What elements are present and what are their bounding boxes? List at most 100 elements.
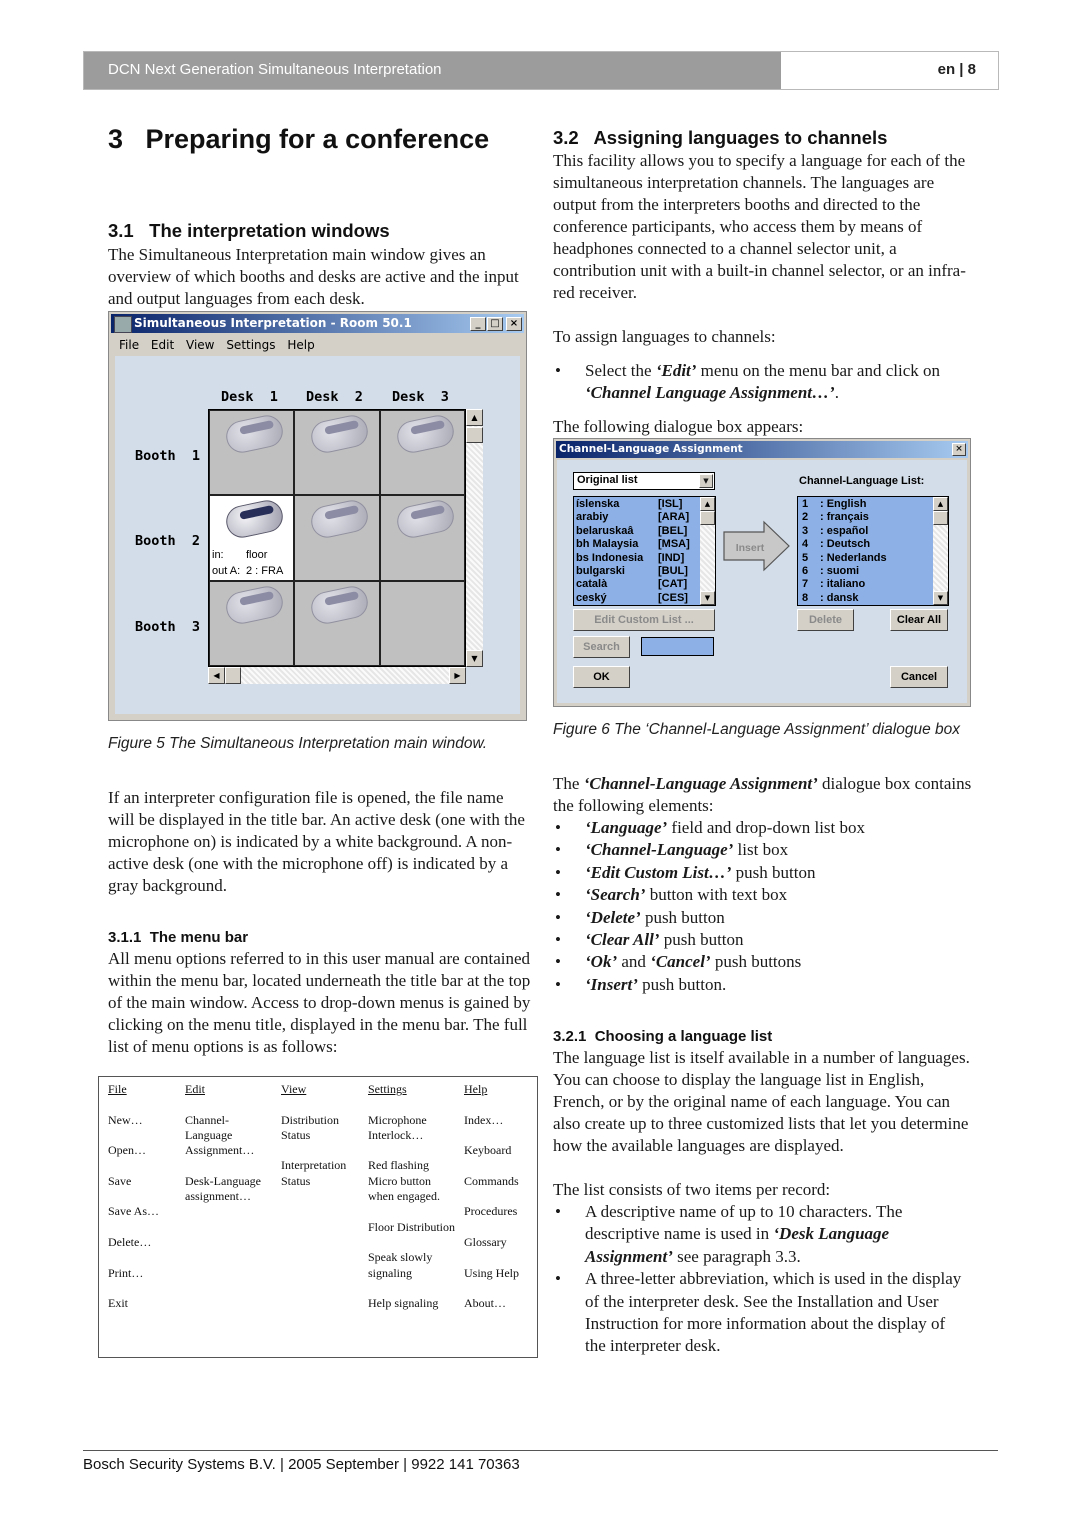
- desk-cell[interactable]: [209, 580, 295, 666]
- vertical-scrollbar[interactable]: ▲ ▼: [466, 409, 483, 667]
- channel-language-option[interactable]: : français: [820, 511, 869, 525]
- language-option[interactable]: íslenska: [576, 498, 619, 512]
- language-code: [ISL]: [658, 498, 683, 510]
- section-3-2-1-text: The language list is itself available in…: [553, 1048, 970, 1155]
- scroll-left-button[interactable]: ◀: [208, 667, 225, 684]
- menu-file[interactable]: File: [119, 338, 139, 352]
- scroll-down-button[interactable]: ▼: [466, 650, 483, 667]
- language-list-select[interactable]: Original list ▼: [573, 472, 715, 490]
- channel-language-option[interactable]: : dansk: [820, 592, 859, 606]
- header-bar: DCN Next Generation Simultaneous Interpr…: [84, 52, 781, 89]
- interpreter-desk-icon: [393, 412, 457, 456]
- menu-item: Floor Distribution: [368, 1219, 456, 1234]
- menu-item: Print…: [108, 1265, 144, 1280]
- scroll-right-button[interactable]: ▶: [449, 667, 466, 684]
- listbox-scrollbar[interactable]: ▲ ▼: [700, 497, 715, 605]
- channel-number: 6: [802, 565, 809, 577]
- search-input[interactable]: [641, 637, 714, 656]
- desk-cell[interactable]: [379, 580, 465, 666]
- scroll-thumb[interactable]: [700, 511, 715, 525]
- header-title: DCN Next Generation Simultaneous Interpr…: [108, 61, 442, 78]
- scroll-thumb[interactable]: [466, 427, 483, 443]
- section-3-1-intro: The Simultaneous Interpretation main win…: [108, 245, 519, 308]
- channel-language-option[interactable]: : español: [820, 525, 868, 539]
- close-icon[interactable]: ×: [952, 443, 966, 456]
- channel-language-option[interactable]: : English: [820, 498, 866, 512]
- interpreter-desk-icon: [223, 412, 286, 456]
- menu-edit[interactable]: Edit: [151, 338, 174, 352]
- menu-col-header: Settings: [368, 1082, 407, 1096]
- edit-custom-list-button[interactable]: Edit Custom List ...: [573, 609, 715, 631]
- language-list-value: Original list: [577, 474, 638, 486]
- desk-cell[interactable]: [294, 410, 380, 496]
- language-option[interactable]: bh Malaysia: [576, 538, 638, 552]
- menu-bar: File Edit View Settings Help: [111, 335, 524, 355]
- chapter-title: 3 Preparing for a conference: [108, 124, 490, 154]
- desk-cell[interactable]: [379, 495, 465, 581]
- delete-button[interactable]: Delete: [797, 609, 854, 631]
- footer-text: Bosch Security Systems B.V. | 2005 Septe…: [83, 1456, 520, 1473]
- menu-options-table: File New… Open… Save Save As… Delete… Pr…: [98, 1076, 538, 1358]
- cancel-button[interactable]: Cancel: [890, 666, 948, 688]
- search-button[interactable]: Search: [573, 636, 630, 658]
- channel-language-option[interactable]: : italiano: [820, 578, 865, 592]
- scroll-down-button[interactable]: ▼: [933, 591, 948, 605]
- desk-cell[interactable]: [294, 580, 380, 666]
- channel-language-option[interactable]: : suomi: [820, 565, 859, 579]
- language-option[interactable]: arabiy: [576, 511, 608, 525]
- menu-item: Desk-Language assignment…: [185, 1173, 261, 1204]
- insert-arrow-button[interactable]: Insert: [722, 520, 792, 572]
- desk-input-language: in:: [212, 549, 224, 562]
- listbox-scrollbar[interactable]: ▲ ▼: [933, 497, 948, 605]
- menu-item: Save: [108, 1173, 132, 1188]
- language-option[interactable]: ceský: [576, 592, 607, 606]
- hscroll-thumb[interactable]: [225, 667, 241, 684]
- minimize-button[interactable]: _: [470, 317, 486, 331]
- section-3-2-1-text2: The list consists of two items per recor…: [553, 1180, 831, 1199]
- interpreter-desk-icon: [308, 497, 372, 541]
- list-item: ‘Clear All’ push button: [553, 929, 978, 952]
- desk-cell[interactable]: in: floor out A: 2 : FRA: [209, 495, 295, 581]
- chevron-down-icon[interactable]: ▼: [699, 474, 713, 488]
- close-button[interactable]: ×: [506, 317, 522, 331]
- window-title: Simultaneous Interpretation - Room 50.1: [134, 316, 412, 330]
- section-3-1-para2: If an interpreter configuration file is …: [108, 788, 525, 895]
- channel-language-listbox[interactable]: ▲ ▼ 1: English 2: français 3: español 4: De…: [797, 496, 949, 606]
- booth-label-1: Booth 1: [135, 448, 201, 464]
- menu-settings[interactable]: Settings: [226, 338, 275, 352]
- ok-button[interactable]: OK: [573, 666, 630, 688]
- language-code: [BEL]: [658, 524, 688, 537]
- channel-language-option[interactable]: : Nederlands: [820, 552, 887, 566]
- clear-all-button[interactable]: Clear All: [890, 609, 948, 631]
- list-item: A descriptive name of up to 10 character…: [553, 1201, 963, 1268]
- channel-language-option[interactable]: : Deutsch: [820, 538, 870, 552]
- language-option[interactable]: belaruskaâ: [576, 525, 633, 539]
- menu-item: Commands: [464, 1173, 519, 1188]
- language-option[interactable]: bulgarski: [576, 565, 625, 579]
- list-item: ‘Edit Custom List…’ push button: [553, 862, 978, 885]
- desk-cell[interactable]: [379, 410, 465, 496]
- desk-cell[interactable]: [294, 495, 380, 581]
- section-3-2-1-heading: 3.2.1 Choosing a language list: [553, 1028, 773, 1045]
- menu-item: Procedures: [464, 1204, 518, 1219]
- desk-cell[interactable]: [209, 410, 295, 496]
- language-code: [CES]: [658, 591, 688, 604]
- language-listbox[interactable]: ▲ ▼ íslenska [ISL] arabiy [ARA] belaruskaâ [B…: [573, 496, 716, 606]
- scroll-down-button[interactable]: ▼: [700, 591, 715, 605]
- menu-col-settings: Settings Microphone Interlock… Red flashin…: [368, 1082, 456, 1311]
- language-option[interactable]: català: [576, 578, 607, 592]
- scroll-up-button[interactable]: ▲: [466, 409, 483, 426]
- scroll-up-button[interactable]: ▲: [933, 497, 948, 511]
- menu-col-view: View Distribution Status Interpretation St…: [281, 1082, 361, 1189]
- menu-view[interactable]: View: [186, 338, 214, 352]
- menu-item: Interpretation Status: [281, 1158, 347, 1188]
- scroll-thumb[interactable]: [933, 511, 948, 525]
- scroll-up-button[interactable]: ▲: [700, 497, 715, 511]
- maximize-button[interactable]: □: [487, 317, 503, 331]
- record-items-list: A descriptive name of up to 10 character…: [553, 1201, 963, 1358]
- menu-item: New…: [108, 1112, 143, 1127]
- horizontal-scrollbar[interactable]: ◀ ▶: [208, 667, 466, 684]
- language-option[interactable]: bs Indonesia: [576, 552, 643, 566]
- desk-grid: in: floor out A: 2 : FRA: [208, 409, 466, 667]
- menu-help[interactable]: Help: [287, 338, 314, 352]
